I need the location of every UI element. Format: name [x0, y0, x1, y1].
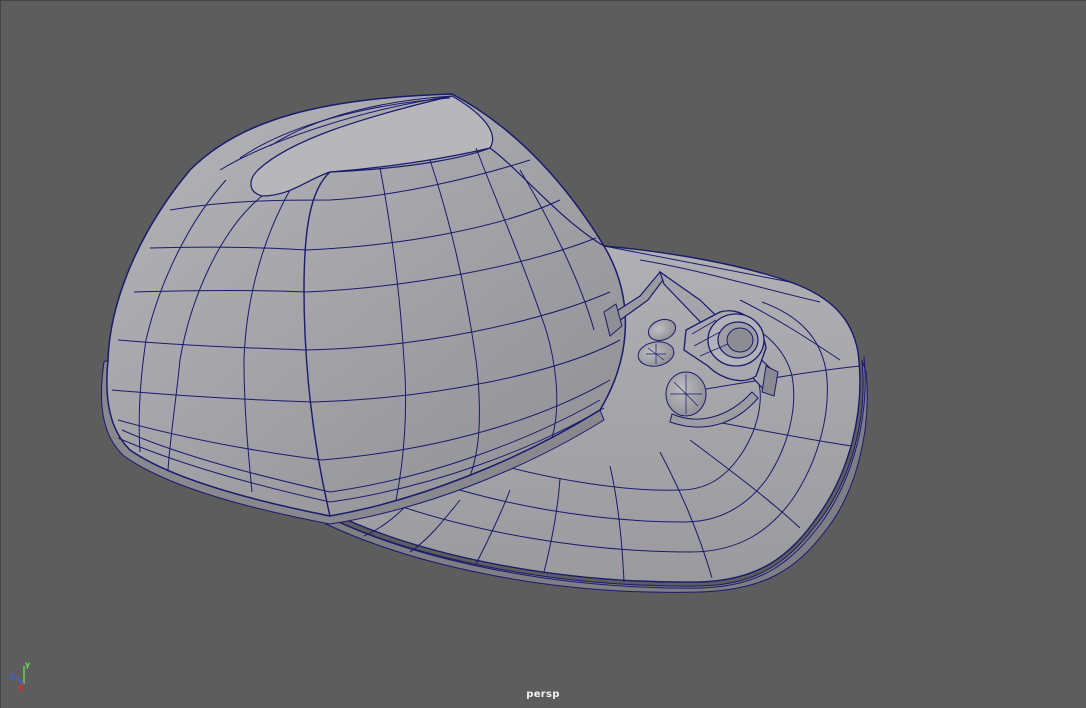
scene-render[interactable] — [0, 0, 1086, 708]
axis-gizmo: y z x — [10, 660, 31, 692]
perspective-viewport[interactable]: y z x persp — [0, 0, 1086, 708]
y-axis-label: y — [25, 660, 31, 669]
z-axis-label: z — [10, 672, 15, 681]
camera-name-label: persp — [526, 689, 560, 700]
